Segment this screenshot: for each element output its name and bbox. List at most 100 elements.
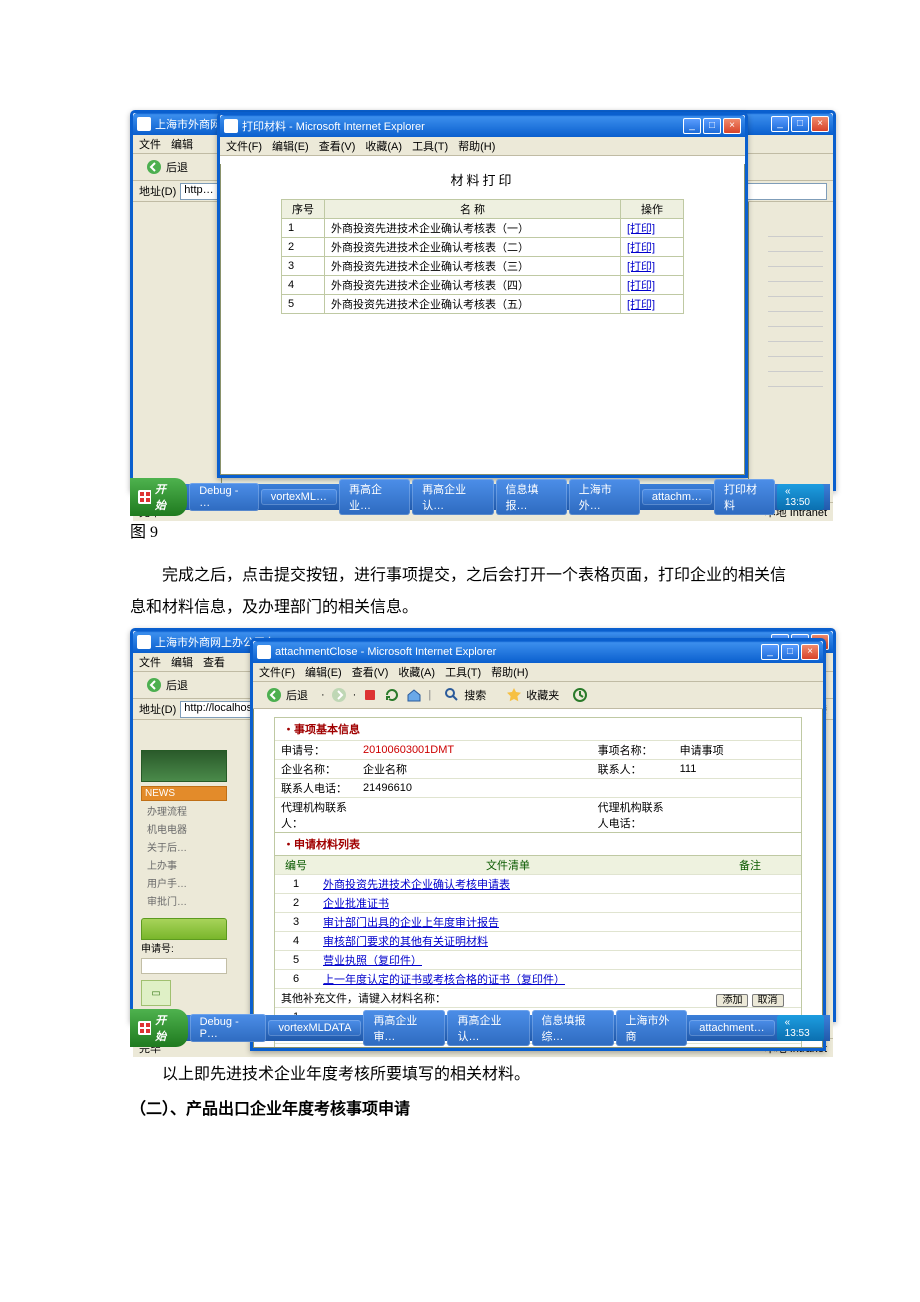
favorites-button[interactable]: 收藏夹 (499, 685, 566, 705)
col-op: 操作 (621, 200, 684, 219)
ie-icon (257, 645, 271, 659)
minimize-button[interactable]: _ (761, 644, 779, 660)
back-button[interactable]: 后退 (139, 675, 195, 695)
fg-menubar[interactable]: 文件(F) 编辑(E) 查看(V) 收藏(A) 工具(T) 帮助(H) (220, 137, 745, 156)
fg2-titlebar[interactable]: attachmentClose - Microsoft Internet Exp… (253, 641, 823, 663)
print-link[interactable]: [打印] (627, 223, 655, 235)
menu-edit[interactable]: 编辑 (171, 136, 193, 152)
label-appno: 申请号： (275, 741, 357, 760)
minimize-button[interactable]: _ (771, 116, 789, 132)
print-link[interactable]: [打印] (627, 261, 655, 273)
banner-image (141, 750, 227, 782)
extra-files-label: 其他补充文件，请键入材料名称： (275, 989, 699, 1008)
nav-item[interactable]: 审批门… (141, 893, 227, 908)
fg2-menubar[interactable]: 文件(F) 编辑(E) 查看(V) 收藏(A) 工具(T) 帮助(H) (253, 663, 823, 682)
table-row: 3外商投资先进技术企业确认考核表（三）[打印] (282, 257, 684, 276)
page-title: 材料打印 (281, 164, 684, 199)
system-tray[interactable]: « 13:53 (777, 1015, 824, 1041)
nav-item[interactable]: 关于后… (141, 839, 227, 854)
nav-item[interactable]: 用户手… (141, 875, 227, 890)
label-agent: 代理机构联系人： (275, 798, 357, 833)
close-button[interactable]: × (801, 644, 819, 660)
nav-item[interactable]: 上办事 (141, 857, 227, 872)
taskbar-item[interactable]: 信息填报综… (532, 1010, 614, 1046)
col-name: 名 称 (325, 200, 621, 219)
section-basic-info: ・事项基本信息 (275, 718, 801, 740)
menu-fav[interactable]: 收藏(A) (365, 138, 402, 154)
taskbar-item[interactable]: 再高企业… (339, 479, 410, 515)
col-file: 文件清单 (317, 856, 699, 875)
material-link[interactable]: 审计部门出具的企业上年度审计报告 (323, 917, 499, 929)
taskbar-item[interactable]: Debug - P… (190, 1014, 267, 1042)
section-2-heading: （二）、产品出口企业年度考核事项申请 (130, 1095, 790, 1119)
value-corp: 企业名称 (357, 760, 592, 779)
taskbar-item[interactable]: 再高企业审… (363, 1010, 445, 1046)
print-link[interactable]: [打印] (627, 242, 655, 254)
value-phone: 21496610 (357, 779, 592, 798)
query-panel-header (141, 918, 227, 940)
refresh-icon[interactable] (384, 687, 400, 703)
material-link[interactable]: 外商投资先进技术企业确认考核申请表 (323, 879, 510, 891)
back-arrow-icon (146, 159, 162, 175)
taskbar-item[interactable]: vortexML… (261, 489, 337, 505)
taskbar-item[interactable]: 再高企业认… (412, 479, 493, 515)
list-item: 2企业批准证书 (275, 894, 801, 913)
search-button[interactable]: 搜索 (437, 685, 493, 705)
menu-file[interactable]: 文件 (139, 136, 161, 152)
taskbar-item[interactable]: vortexMLDATA (268, 1020, 361, 1036)
system-tray[interactable]: « 13:50 (777, 484, 824, 510)
left-sidebar: NEWS 办理流程 机电电器 关于后… 上办事 用户手… 审批门… 申请号: ▭ (141, 750, 227, 1006)
taskbar-item[interactable]: Debug - … (189, 483, 259, 511)
taskbar-item[interactable]: 上海市外… (569, 479, 640, 515)
home-icon[interactable] (406, 687, 422, 703)
material-link[interactable]: 上一年度认定的证书或考核合格的证书（复印件） (323, 974, 565, 986)
card-icon[interactable]: ▭ (141, 980, 171, 1006)
appno-input[interactable] (141, 958, 227, 974)
menu-tools[interactable]: 工具(T) (412, 138, 448, 154)
taskbar-item[interactable]: 信息填报… (496, 479, 567, 515)
material-link[interactable]: 企业批准证书 (323, 898, 389, 910)
fg-titlebar[interactable]: 打印材料 - Microsoft Internet Explorer _ □ × (220, 115, 745, 137)
windows-taskbar[interactable]: 开始 Debug - … vortexML… 再高企业… 再高企业认… 信息填报… (130, 484, 830, 510)
taskbar-item[interactable]: 上海市外商 (616, 1010, 688, 1046)
list-item: 5营业执照（复印件） (275, 951, 801, 970)
nav-item[interactable]: 办理流程 (141, 803, 227, 818)
menu-view[interactable]: 查看(V) (319, 138, 356, 154)
nav-item[interactable]: 机电电器 (141, 821, 227, 836)
minimize-button[interactable]: _ (683, 118, 701, 134)
print-link[interactable]: [打印] (627, 280, 655, 292)
list-item: 3审计部门出具的企业上年度审计报告 (275, 913, 801, 932)
menu-help[interactable]: 帮助(H) (458, 138, 495, 154)
print-materials-window: 打印材料 - Microsoft Internet Explorer _ □ ×… (217, 112, 748, 478)
close-button[interactable]: × (811, 116, 829, 132)
back-button[interactable]: 后退 (259, 685, 315, 705)
col-index: 编号 (275, 856, 317, 875)
back-button[interactable]: 后退 (139, 157, 195, 177)
history-icon[interactable] (572, 687, 588, 703)
start-button[interactable]: 开始 (130, 1009, 188, 1047)
menu-file[interactable]: 文件(F) (226, 138, 262, 154)
paragraph-2: 以上即先进技术企业年度考核所要填写的相关材料。 (130, 1059, 790, 1091)
print-link[interactable]: [打印] (627, 299, 655, 311)
taskbar-item[interactable]: 再高企业认… (447, 1010, 529, 1046)
start-button[interactable]: 开始 (130, 478, 187, 516)
material-link[interactable]: 审核部门要求的其他有关证明材料 (323, 936, 488, 948)
taskbar-item[interactable]: attachment… (689, 1020, 774, 1036)
maximize-button[interactable]: □ (791, 116, 809, 132)
taskbar-item[interactable]: attachm… (642, 489, 712, 505)
fg2-toolbar[interactable]: 后退 · · | 搜索 收藏夹 (253, 682, 823, 709)
close-button[interactable]: × (723, 118, 741, 134)
label-agentphone: 代理机构联系人电话： (592, 798, 674, 833)
add-button[interactable]: 添加 (716, 994, 748, 1007)
maximize-button[interactable]: □ (703, 118, 721, 134)
stop-icon[interactable] (362, 687, 378, 703)
cancel-button[interactable]: 取消 (752, 994, 784, 1007)
material-link[interactable]: 营业执照（复印件） (323, 955, 422, 967)
windows-taskbar[interactable]: 开始 Debug - P… vortexMLDATA 再高企业审… 再高企业认…… (130, 1015, 830, 1041)
section-material-list: ・申请材料列表 (275, 832, 801, 855)
taskbar-item[interactable]: 打印材料 (714, 479, 775, 515)
value-itemname: 申请事项 (674, 741, 801, 760)
menu-edit[interactable]: 编辑(E) (272, 138, 309, 154)
maximize-button[interactable]: □ (781, 644, 799, 660)
forward-icon[interactable] (331, 687, 347, 703)
